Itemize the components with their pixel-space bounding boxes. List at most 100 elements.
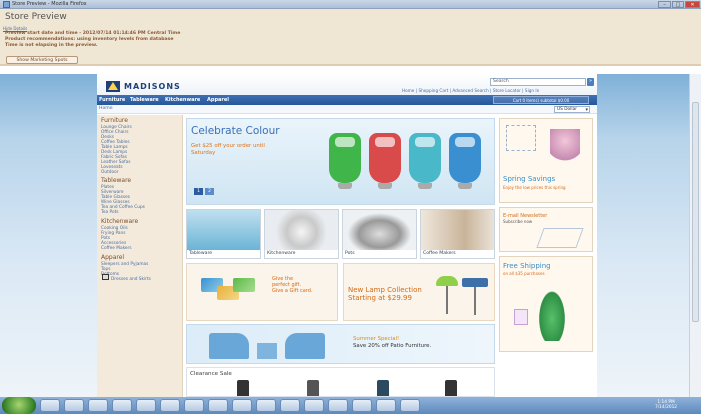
- category-item-selected[interactable]: Dresses and Skirts: [111, 277, 151, 282]
- kitchenware-image: [265, 210, 338, 250]
- taskbar-app-icon[interactable]: [256, 399, 276, 412]
- nav-apparel[interactable]: Apparel: [207, 97, 229, 103]
- store-page: MADISONS Search » Home | Shopping Cart |…: [97, 74, 597, 397]
- vertical-scrollbar[interactable]: [689, 74, 701, 397]
- category-heading[interactable]: Apparel: [101, 254, 124, 261]
- shopping-bags-image: [506, 125, 536, 151]
- hero-page-1[interactable]: 1: [194, 188, 203, 195]
- minimize-button[interactable]: –: [658, 1, 671, 8]
- taskbar-firefox-icon[interactable]: [64, 399, 84, 412]
- shopping-bag-icon: [514, 309, 528, 325]
- show-marketing-spots-button[interactable]: Show Marketing Spots: [6, 56, 78, 64]
- category-item[interactable]: Coffee Makers: [101, 246, 132, 251]
- summer-special-text: Summer Special! Save 20% off Patio Furni…: [353, 336, 431, 350]
- lamp-collection-promo[interactable]: New Lamp Collection Starting at $29.99: [343, 263, 495, 321]
- lamp-icon: [436, 276, 458, 286]
- free-shipping-panel[interactable]: Free Shipping on all $35 purchases: [499, 256, 593, 352]
- window-title-bar: Store Preview - Mozilla Firefox – □ ✕: [0, 0, 701, 9]
- tile-kitchenware[interactable]: Kitchenware: [264, 209, 339, 259]
- summer-special-title: Summer Special!: [353, 336, 400, 342]
- close-button[interactable]: ✕: [685, 1, 700, 8]
- taskbar-app-icon[interactable]: [328, 399, 348, 412]
- newsletter-subtitle: Subscribe now: [503, 219, 533, 224]
- taskbar-app-icon[interactable]: [88, 399, 108, 412]
- category-heading[interactable]: Kitchenware: [101, 218, 138, 225]
- taskbar-app-icon[interactable]: [400, 399, 420, 412]
- patio-chair-image: [285, 333, 325, 359]
- tile-label: Tableware: [189, 251, 213, 256]
- spring-savings-panel[interactable]: Spring Savings Enjoy the low prices this…: [499, 118, 593, 203]
- cart-summary[interactable]: Cart 0 items) subtotal $0.00: [493, 96, 589, 104]
- clearance-product-image[interactable]: [445, 380, 457, 396]
- patio-table-image: [257, 343, 277, 359]
- tile-tableware[interactable]: Tableware: [186, 209, 261, 259]
- gift-card-image: [233, 278, 255, 292]
- lamp-promo-text: New Lamp Collection Starting at $29.99: [348, 286, 422, 302]
- tile-label: Coffee Makers: [423, 251, 456, 256]
- clearance-product-image[interactable]: [307, 380, 319, 396]
- taskbar-app-icon[interactable]: [184, 399, 204, 412]
- newsletter-panel[interactable]: E-mail Newsletter Subscribe now: [499, 207, 593, 252]
- category-item[interactable]: Tea Pots: [101, 210, 119, 215]
- taskbar-explorer-icon[interactable]: [40, 399, 60, 412]
- tableware-image: [187, 210, 260, 250]
- taskbar-app-icon[interactable]: [232, 399, 252, 412]
- start-button[interactable]: [2, 397, 36, 414]
- coffee-maker-image: [421, 210, 494, 250]
- summer-special-banner[interactable]: Summer Special! Save 20% off Patio Furni…: [186, 324, 495, 364]
- kettle-image: [449, 133, 481, 189]
- preview-line: Time is not elapsing in the preview.: [5, 43, 98, 48]
- hero-page-2[interactable]: 2: [205, 188, 214, 195]
- system-clock[interactable]: 1:14 PM 7/14/2012: [655, 400, 677, 410]
- windows-taskbar: 1:14 PM 7/14/2012: [0, 397, 701, 414]
- clearance-product-image[interactable]: [377, 380, 389, 396]
- clearance-heading: Clearance Sale: [190, 371, 232, 377]
- madisons-logo-icon[interactable]: [106, 81, 120, 92]
- header-links[interactable]: Home | Shopping Cart | Advanced Search |…: [402, 88, 539, 93]
- preview-title: Store Preview: [5, 12, 67, 22]
- nav-tableware[interactable]: Tableware: [130, 97, 159, 103]
- search-go-button[interactable]: »: [587, 78, 594, 86]
- clearance-product-image[interactable]: [237, 380, 249, 396]
- taskbar-app-icon[interactable]: [280, 399, 300, 412]
- currency-select[interactable]: US Dollar: [554, 106, 590, 113]
- category-item[interactable]: Outdoor: [101, 170, 119, 175]
- maximize-button[interactable]: □: [672, 1, 684, 8]
- free-shipping-title: Free Shipping: [503, 262, 551, 270]
- lamp-promo-line: New Lamp Collection: [348, 286, 422, 294]
- clearance-sale-section: Clearance Sale: [186, 367, 495, 397]
- hero-subtitle-line: Saturday: [191, 150, 216, 156]
- window-title: Store Preview - Mozilla Firefox: [12, 1, 87, 7]
- tile-coffee-makers[interactable]: Coffee Makers: [420, 209, 495, 259]
- taskbar-app-icon[interactable]: [352, 399, 372, 412]
- hero-subtitle-line: Get $25 off your order until: [191, 143, 265, 149]
- selected-item-icon: [102, 274, 109, 280]
- taskbar-app-icon[interactable]: [160, 399, 180, 412]
- taskbar-app-icon[interactable]: [136, 399, 156, 412]
- clock-date: 7/14/2012: [655, 405, 678, 410]
- preview-details: Preview start date and time - 2012/07/14…: [5, 31, 180, 49]
- taskbar-word-icon[interactable]: [112, 399, 132, 412]
- shopper-image: [550, 129, 580, 169]
- gift-card-promo[interactable]: Give the perfect gift. Give a Gift card.: [186, 263, 338, 321]
- hero-banner[interactable]: Celebrate Colour Get $25 off your order …: [186, 118, 495, 205]
- kettle-image: [369, 133, 401, 189]
- nav-furniture[interactable]: Furniture: [99, 97, 125, 103]
- category-heading[interactable]: Tableware: [101, 177, 131, 184]
- tile-pots[interactable]: Pots: [342, 209, 417, 259]
- nav-kitchenware[interactable]: Kitchenware: [165, 97, 200, 103]
- category-heading[interactable]: Furniture: [101, 117, 128, 124]
- scrollbar-thumb[interactable]: [692, 102, 699, 322]
- brand-name[interactable]: MADISONS: [124, 82, 181, 91]
- envelope-icon: [536, 228, 584, 248]
- summer-special-description: Save 20% off Patio Furniture.: [353, 343, 432, 349]
- search-input[interactable]: Search: [490, 78, 586, 86]
- kettle-image: [329, 133, 361, 189]
- lamp-icon: [462, 278, 488, 287]
- taskbar-app-icon[interactable]: [208, 399, 228, 412]
- pots-image: [343, 210, 416, 250]
- taskbar-app-icon[interactable]: [376, 399, 396, 412]
- breadcrumb: Home: [97, 105, 597, 114]
- taskbar-app-icon[interactable]: [304, 399, 324, 412]
- breadcrumb-home[interactable]: Home: [99, 106, 113, 111]
